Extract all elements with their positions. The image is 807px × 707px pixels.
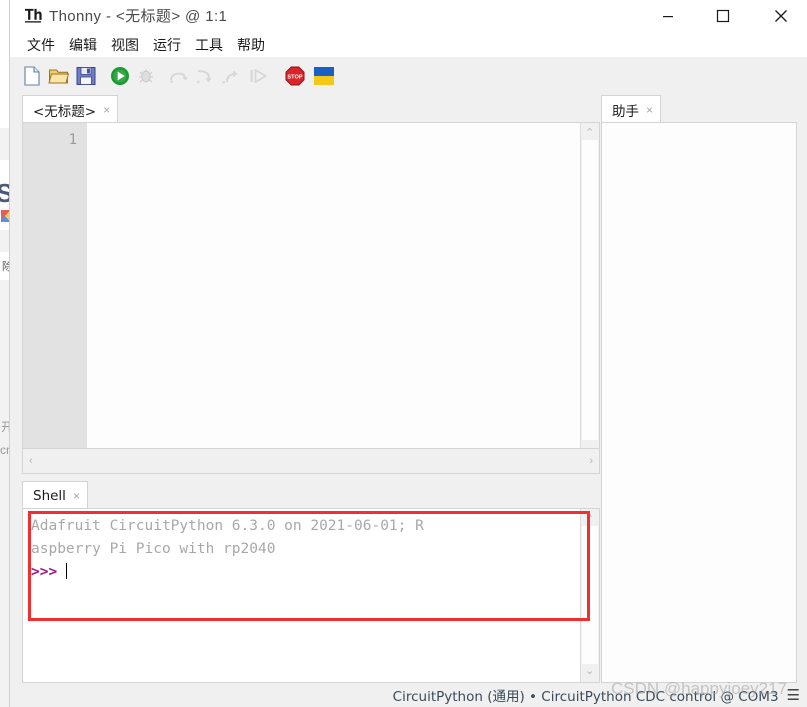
- step-over-icon[interactable]: [168, 65, 190, 87]
- tab-assistant-label: 助手: [612, 103, 639, 120]
- editor-tab-strip: <无标题> ×: [22, 95, 600, 123]
- status-bar: CircuitPython (通用) • CircuitPython CDC c…: [10, 683, 807, 707]
- resume-icon[interactable]: [247, 65, 269, 87]
- editor-text-area-container: 1 ⌃ ⌄: [22, 122, 600, 474]
- close-button[interactable]: [758, 0, 804, 32]
- shell-text-area-container[interactable]: Adafruit CircuitPython 6.3.0 on 2021-06-…: [22, 508, 600, 683]
- menu-item-edit[interactable]: 编辑: [62, 34, 104, 56]
- maximize-button[interactable]: [700, 0, 746, 32]
- editor-scroll-thumb[interactable]: [582, 140, 598, 440]
- tab-shell[interactable]: Shell ×: [22, 481, 88, 509]
- shell-scroll-thumb[interactable]: [582, 526, 598, 664]
- editor-panel: <无标题> × 1 ⌃ ⌄: [22, 95, 600, 475]
- run-icon[interactable]: [109, 65, 131, 87]
- shell-prompt: >>>: [31, 564, 58, 580]
- hamburger-menu-icon[interactable]: ☰: [787, 688, 800, 703]
- tab-shell-label: Shell: [33, 487, 66, 504]
- toolbar: STOP: [10, 57, 807, 95]
- shell-scroll-up-arrow-icon[interactable]: ⌃: [585, 514, 594, 525]
- tab-assistant[interactable]: 助手 ×: [601, 95, 662, 123]
- editor-scroll-up-arrow-icon[interactable]: ⌃: [585, 128, 594, 139]
- menu-item-tools[interactable]: 工具: [188, 34, 230, 56]
- editor-code-area[interactable]: [87, 123, 579, 473]
- shell-output-line-2: aspberry Pi Pico with rp2040: [31, 541, 276, 557]
- menu-item-file[interactable]: 文件: [20, 34, 62, 56]
- close-icon: [775, 10, 787, 22]
- open-file-icon[interactable]: [48, 65, 70, 87]
- shell-scroll-down-arrow-icon[interactable]: ⌄: [585, 666, 594, 677]
- assistant-tab-strip: 助手 ×: [601, 95, 797, 123]
- editor-vertical-scrollbar[interactable]: ⌃ ⌄: [580, 123, 599, 473]
- maximize-icon: [716, 9, 730, 23]
- debug-icon[interactable]: [135, 65, 157, 87]
- new-file-icon[interactable]: [21, 65, 43, 87]
- shell-panel: Shell × Adafruit CircuitPython 6.3.0 on …: [22, 481, 600, 683]
- minimize-button[interactable]: [645, 0, 691, 32]
- status-bar-interpreter-text[interactable]: CircuitPython (通用) • CircuitPython CDC c…: [393, 685, 779, 705]
- editor-line-number-gutter: 1: [23, 123, 87, 473]
- svg-text:STOP: STOP: [287, 75, 302, 81]
- window-title: Thonny - <无标题> @ 1:1: [49, 8, 228, 25]
- minimize-icon: [663, 16, 673, 18]
- shell-content[interactable]: Adafruit CircuitPython 6.3.0 on 2021-06-…: [31, 515, 577, 584]
- tab-assistant-close-icon[interactable]: ×: [646, 104, 653, 116]
- tab-shell-close-icon[interactable]: ×: [73, 490, 80, 502]
- menu-bar: 文件 编辑 视图 运行 工具 帮助: [10, 32, 807, 57]
- assistant-panel: 助手 ×: [601, 95, 797, 683]
- shell-vertical-scrollbar[interactable]: ⌃ ⌄: [580, 509, 599, 682]
- thonny-logo-icon: [24, 8, 42, 23]
- line-number-1: 1: [68, 132, 77, 148]
- shell-text-caret: [66, 563, 68, 579]
- menu-item-help[interactable]: 帮助: [230, 34, 272, 56]
- tab-untitled-close-icon[interactable]: ×: [103, 104, 110, 116]
- menu-item-run[interactable]: 运行: [146, 34, 188, 56]
- menu-item-view[interactable]: 视图: [104, 34, 146, 56]
- shell-output-line-1: Adafruit CircuitPython 6.3.0 on 2021-06-…: [31, 518, 424, 534]
- save-file-icon[interactable]: [75, 65, 97, 87]
- tab-untitled[interactable]: <无标题> ×: [22, 95, 119, 123]
- editor-scroll-left-arrow-icon[interactable]: ‹: [29, 456, 33, 467]
- step-out-icon[interactable]: [220, 65, 242, 87]
- editor-horizontal-scrollbar[interactable]: ‹ ›: [22, 448, 600, 474]
- stop-icon[interactable]: STOP: [284, 65, 306, 87]
- step-into-icon[interactable]: [194, 65, 216, 87]
- shell-tab-strip: Shell ×: [22, 481, 600, 509]
- assistant-content-area[interactable]: [601, 122, 797, 683]
- ukraine-flag-icon[interactable]: [314, 67, 334, 85]
- title-bar[interactable]: Thonny - <无标题> @ 1:1: [10, 0, 807, 32]
- editor-scroll-right-arrow-icon[interactable]: ›: [589, 456, 593, 467]
- tab-untitled-label: <无标题>: [33, 103, 97, 120]
- thonny-main-window: Thonny - <无标题> @ 1:1 文件 编辑 视图 运行 工具 帮助 S…: [9, 0, 807, 707]
